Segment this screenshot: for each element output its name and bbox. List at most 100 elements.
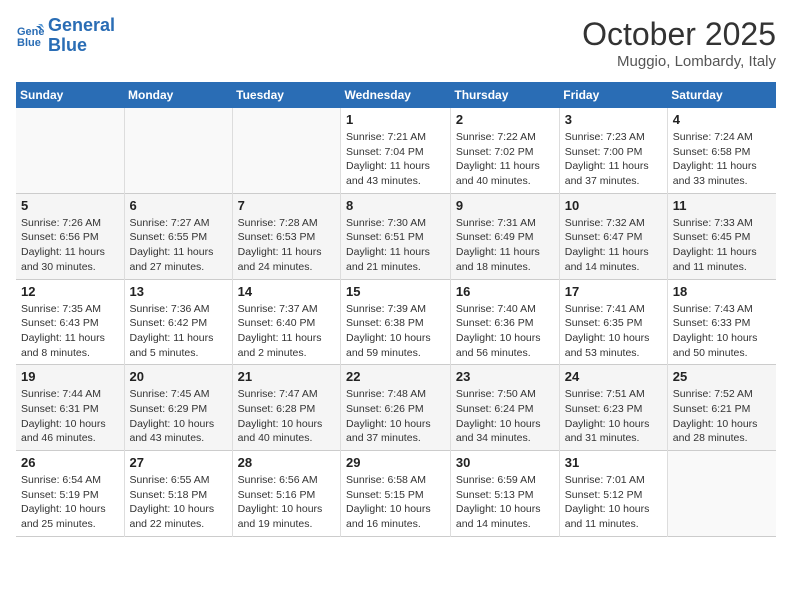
- day-info: Sunrise: 6:58 AM Sunset: 5:15 PM Dayligh…: [346, 473, 445, 532]
- weekday-header: Monday: [124, 82, 232, 108]
- calendar-week-row: 19 Sunrise: 7:44 AM Sunset: 6:31 PM Dayli…: [16, 365, 776, 451]
- calendar-cell: 14 Sunrise: 7:37 AM Sunset: 6:40 PM Dayli…: [232, 279, 340, 365]
- calendar-cell: 6Sunrise: 7:27 AM Sunset: 6:55 PM Daylig…: [124, 193, 232, 279]
- day-info: Sunrise: 6:56 AM Sunset: 5:16 PM Dayligh…: [238, 473, 335, 532]
- day-number: 28: [238, 455, 335, 470]
- day-info: Sunrise: 7:43 AM Sunset: 6:33 PM Dayligh…: [673, 302, 771, 361]
- day-number: 31: [565, 455, 662, 470]
- day-info: Sunrise: 7:35 AM Sunset: 6:43 PM Dayligh…: [21, 302, 119, 361]
- weekday-header: Friday: [559, 82, 667, 108]
- day-info: Sunrise: 7:28 AM Sunset: 6:53 PM Dayligh…: [238, 216, 335, 275]
- weekday-header: Sunday: [16, 82, 124, 108]
- calendar-cell: 11 Sunrise: 7:33 AM Sunset: 6:45 PM Dayli…: [667, 193, 776, 279]
- calendar-cell: 28 Sunrise: 6:56 AM Sunset: 5:16 PM Dayli…: [232, 451, 340, 537]
- day-info: Sunrise: 6:54 AM Sunset: 5:19 PM Dayligh…: [21, 473, 119, 532]
- calendar-cell: 13 Sunrise: 7:36 AM Sunset: 6:42 PM Dayli…: [124, 279, 232, 365]
- calendar-cell: 25 Sunrise: 7:52 AM Sunset: 6:21 PM Dayli…: [667, 365, 776, 451]
- day-number: 11: [673, 198, 771, 213]
- day-number: 2: [456, 112, 554, 127]
- day-number: 23: [456, 369, 554, 384]
- calendar-cell: 2Sunrise: 7:22 AM Sunset: 7:02 PM Daylig…: [450, 108, 559, 193]
- logo: General Blue General Blue: [16, 16, 115, 56]
- day-info: Sunrise: 7:50 AM Sunset: 6:24 PM Dayligh…: [456, 387, 554, 446]
- calendar-cell: 24 Sunrise: 7:51 AM Sunset: 6:23 PM Dayli…: [559, 365, 667, 451]
- day-info: Sunrise: 7:30 AM Sunset: 6:51 PM Dayligh…: [346, 216, 445, 275]
- calendar-cell: [232, 108, 340, 193]
- calendar-cell: 1 Sunrise: 7:21 AM Sunset: 7:04 PM Daylig…: [341, 108, 451, 193]
- day-info: Sunrise: 7:41 AM Sunset: 6:35 PM Dayligh…: [565, 302, 662, 361]
- calendar-cell: 21 Sunrise: 7:47 AM Sunset: 6:28 PM Dayli…: [232, 365, 340, 451]
- logo-line2: Blue: [48, 35, 87, 55]
- day-info: Sunrise: 6:55 AM Sunset: 5:18 PM Dayligh…: [130, 473, 227, 532]
- day-info: Sunrise: 7:31 AM Sunset: 6:49 PM Dayligh…: [456, 216, 554, 275]
- calendar-cell: 20 Sunrise: 7:45 AM Sunset: 6:29 PM Dayli…: [124, 365, 232, 451]
- logo-text: General Blue: [48, 16, 115, 56]
- title-block: October 2025 Muggio, Lombardy, Italy: [582, 16, 776, 70]
- calendar-cell: 26 Sunrise: 6:54 AM Sunset: 5:19 PM Dayli…: [16, 451, 124, 537]
- calendar-cell: 29 Sunrise: 6:58 AM Sunset: 5:15 PM Dayli…: [341, 451, 451, 537]
- day-number: 14: [238, 284, 335, 299]
- day-number: 13: [130, 284, 227, 299]
- calendar-cell: 16 Sunrise: 7:40 AM Sunset: 6:36 PM Dayli…: [450, 279, 559, 365]
- day-info: Sunrise: 7:33 AM Sunset: 6:45 PM Dayligh…: [673, 216, 771, 275]
- calendar-body: 1 Sunrise: 7:21 AM Sunset: 7:04 PM Daylig…: [16, 108, 776, 536]
- day-info: Sunrise: 7:51 AM Sunset: 6:23 PM Dayligh…: [565, 387, 662, 446]
- day-info: Sunrise: 7:48 AM Sunset: 6:26 PM Dayligh…: [346, 387, 445, 446]
- logo-line1: General: [48, 15, 115, 35]
- day-number: 16: [456, 284, 554, 299]
- day-number: 7: [238, 198, 335, 213]
- calendar-cell: 7 Sunrise: 7:28 AM Sunset: 6:53 PM Daylig…: [232, 193, 340, 279]
- day-number: 25: [673, 369, 771, 384]
- day-info: Sunrise: 7:21 AM Sunset: 7:04 PM Dayligh…: [346, 130, 445, 189]
- day-number: 20: [130, 369, 227, 384]
- svg-text:Blue: Blue: [17, 37, 41, 49]
- day-number: 6: [130, 198, 227, 213]
- day-number: 19: [21, 369, 119, 384]
- day-number: 18: [673, 284, 771, 299]
- day-number: 5: [21, 198, 119, 213]
- calendar-cell: 27 Sunrise: 6:55 AM Sunset: 5:18 PM Dayli…: [124, 451, 232, 537]
- day-info: Sunrise: 7:32 AM Sunset: 6:47 PM Dayligh…: [565, 216, 662, 275]
- day-info: Sunrise: 7:37 AM Sunset: 6:40 PM Dayligh…: [238, 302, 335, 361]
- calendar-week-row: 26 Sunrise: 6:54 AM Sunset: 5:19 PM Dayli…: [16, 451, 776, 537]
- day-number: 24: [565, 369, 662, 384]
- day-number: 1: [346, 112, 445, 127]
- weekday-header: Saturday: [667, 82, 776, 108]
- calendar-cell: 18 Sunrise: 7:43 AM Sunset: 6:33 PM Dayli…: [667, 279, 776, 365]
- weekday-header: Thursday: [450, 82, 559, 108]
- calendar-header-row: SundayMondayTuesdayWednesdayThursdayFrid…: [16, 82, 776, 108]
- calendar-cell: 8 Sunrise: 7:30 AM Sunset: 6:51 PM Daylig…: [341, 193, 451, 279]
- day-info: Sunrise: 7:47 AM Sunset: 6:28 PM Dayligh…: [238, 387, 335, 446]
- day-number: 8: [346, 198, 445, 213]
- calendar-cell: 5 Sunrise: 7:26 AM Sunset: 6:56 PM Daylig…: [16, 193, 124, 279]
- day-info: Sunrise: 7:52 AM Sunset: 6:21 PM Dayligh…: [673, 387, 771, 446]
- day-info: Sunrise: 7:36 AM Sunset: 6:42 PM Dayligh…: [130, 302, 227, 361]
- day-number: 4: [673, 112, 771, 127]
- calendar-week-row: 5 Sunrise: 7:26 AM Sunset: 6:56 PM Daylig…: [16, 193, 776, 279]
- calendar-table: SundayMondayTuesdayWednesdayThursdayFrid…: [16, 82, 776, 537]
- calendar-cell: [667, 451, 776, 537]
- day-number: 26: [21, 455, 119, 470]
- day-number: 30: [456, 455, 554, 470]
- day-number: 27: [130, 455, 227, 470]
- calendar-cell: 10Sunrise: 7:32 AM Sunset: 6:47 PM Dayli…: [559, 193, 667, 279]
- day-number: 21: [238, 369, 335, 384]
- day-info: Sunrise: 7:24 AM Sunset: 6:58 PM Dayligh…: [673, 130, 771, 189]
- day-number: 29: [346, 455, 445, 470]
- day-number: 15: [346, 284, 445, 299]
- calendar-cell: 31Sunrise: 7:01 AM Sunset: 5:12 PM Dayli…: [559, 451, 667, 537]
- day-number: 17: [565, 284, 662, 299]
- day-number: 3: [565, 112, 662, 127]
- day-info: Sunrise: 7:26 AM Sunset: 6:56 PM Dayligh…: [21, 216, 119, 275]
- logo-icon: General Blue: [16, 22, 44, 50]
- day-number: 12: [21, 284, 119, 299]
- day-info: Sunrise: 7:40 AM Sunset: 6:36 PM Dayligh…: [456, 302, 554, 361]
- weekday-header: Tuesday: [232, 82, 340, 108]
- calendar-cell: 19 Sunrise: 7:44 AM Sunset: 6:31 PM Dayli…: [16, 365, 124, 451]
- month-title: October 2025: [582, 16, 776, 53]
- day-info: Sunrise: 7:44 AM Sunset: 6:31 PM Dayligh…: [21, 387, 119, 446]
- day-info: Sunrise: 7:45 AM Sunset: 6:29 PM Dayligh…: [130, 387, 227, 446]
- day-info: Sunrise: 6:59 AM Sunset: 5:13 PM Dayligh…: [456, 473, 554, 532]
- weekday-header: Wednesday: [341, 82, 451, 108]
- calendar-cell: 9Sunrise: 7:31 AM Sunset: 6:49 PM Daylig…: [450, 193, 559, 279]
